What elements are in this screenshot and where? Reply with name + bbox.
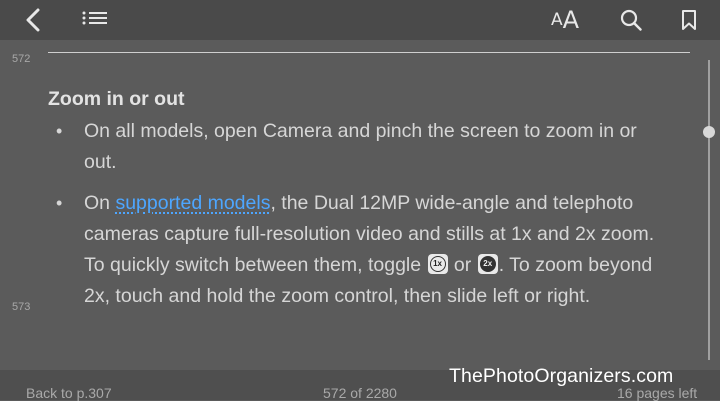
zoom-1x-icon: 1x [427, 254, 448, 274]
divider-line [48, 52, 690, 53]
bullet-dot: • [56, 193, 63, 213]
bullet-text-start: On [84, 192, 116, 214]
back-button[interactable] [18, 0, 48, 40]
zoom-2x-label: 2x [479, 256, 496, 272]
zoom-2x-icon: 2x [477, 254, 498, 274]
bullet-text-or: or [448, 254, 477, 276]
bookmark-button[interactable] [674, 0, 704, 40]
zoom-1x-label: 1x [429, 256, 446, 272]
bookmark-icon [682, 10, 696, 30]
watermark: ThePhotoOrganizers.com [449, 365, 674, 387]
font-size-icon-small: A [550, 9, 563, 30]
list-item: • On all models, open Camera and pinch t… [48, 116, 668, 178]
section-heading: Zoom in or out [48, 88, 185, 110]
back-to-page-link[interactable]: Back to p.307 [26, 385, 112, 401]
book-content: Zoom in or out • On all models, open Cam… [48, 84, 668, 322]
search-icon [620, 9, 642, 31]
page-marker-bottom: 573 [12, 301, 31, 313]
search-button[interactable] [614, 0, 648, 40]
list-item: • On supported models, the Dual 12MP wid… [48, 188, 668, 312]
font-size-button[interactable]: AA [543, 0, 587, 40]
page-counter: 572 of 2280 [323, 385, 397, 401]
table-of-contents-button[interactable] [78, 0, 112, 40]
top-toolbar: AA [0, 0, 720, 40]
list-icon [82, 11, 107, 25]
chevron-left-icon [26, 8, 40, 32]
scrollbar-track[interactable] [708, 60, 710, 360]
bullet-dot: • [56, 121, 63, 141]
supported-models-link[interactable]: supported models [115, 192, 270, 214]
scrollbar-thumb[interactable] [703, 126, 715, 138]
font-size-icon-large: A [562, 6, 580, 34]
bullet-text: On all models, open Camera and pinch the… [84, 120, 637, 173]
page-marker-top: 572 [12, 53, 31, 65]
